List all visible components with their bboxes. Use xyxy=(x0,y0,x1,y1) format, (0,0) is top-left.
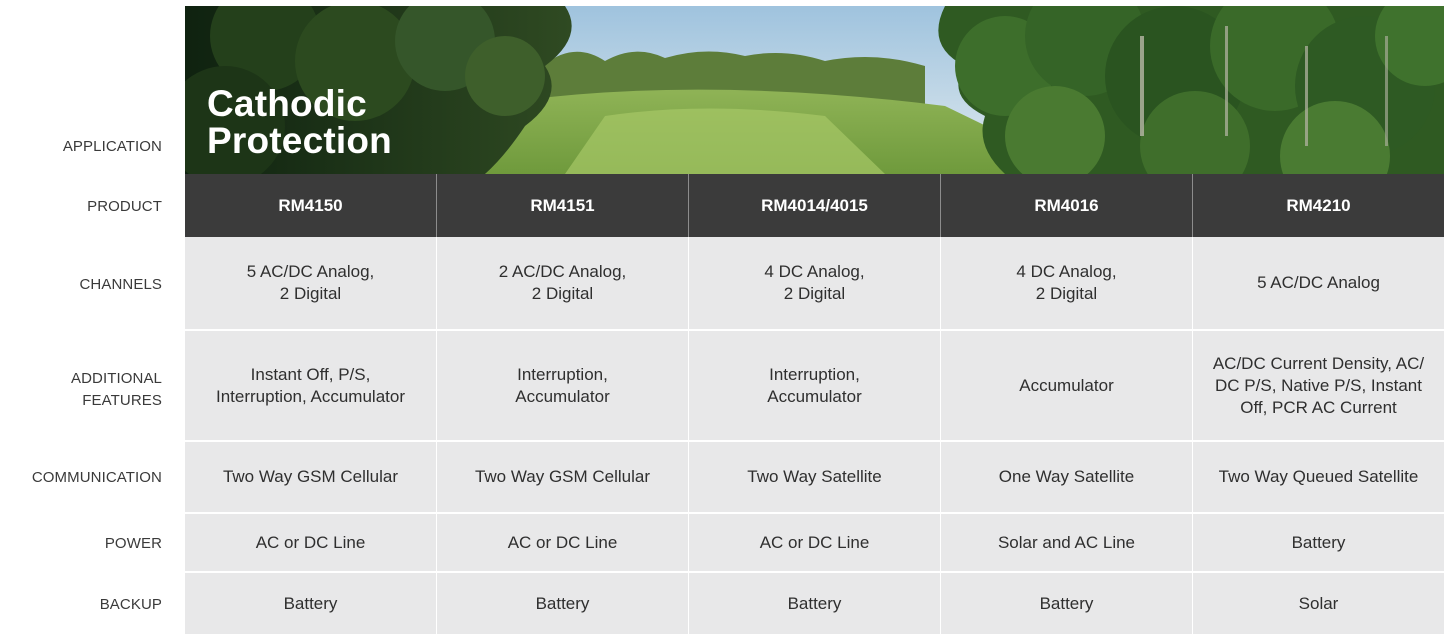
label-power: POWER xyxy=(104,535,162,552)
table-cell: 5 AC/DC Analog xyxy=(1257,273,1380,292)
product-header-row: RM4150 RM4151 RM4014/4015 RM4016 RM4210 xyxy=(185,174,1444,237)
hero-title: Cathodic Protection xyxy=(207,83,392,161)
product-name: RM4016 xyxy=(941,174,1193,237)
label-product: PRODUCT xyxy=(87,198,162,215)
table-cell: 4 DC Analog, 2 Digital xyxy=(941,237,1193,329)
table-cell: Instant Off, P/S, Interruption, Accumula… xyxy=(185,331,437,440)
table-cell: Accumulator xyxy=(941,331,1193,440)
table-cell: Battery xyxy=(1291,532,1346,552)
label-additional-features: ADDITIONAL FEATURES xyxy=(70,370,162,409)
table-cell: 2 AC/DC Analog, 2 Digital xyxy=(437,237,689,329)
table-cell: AC or DC Line xyxy=(689,514,941,571)
table-cell: 4 DC Analog, 2 Digital xyxy=(689,237,941,329)
table-cell: Solar xyxy=(1298,593,1339,613)
table-cell: Two Way Satellite xyxy=(689,442,941,512)
table-cell: Two Way GSM Cellular xyxy=(185,442,437,512)
label-communication: COMMUNICATION xyxy=(31,469,162,486)
table-cell: Interruption, Accumulator xyxy=(437,331,689,440)
table-cell: One Way Satellite xyxy=(941,442,1193,512)
hero-banner: Cathodic Protection xyxy=(185,6,1444,174)
table-cell: AC or DC Line xyxy=(437,514,689,571)
table-cell: Interruption, Accumulator xyxy=(689,331,941,440)
table-cell: AC/DC Current Density, AC/ DC P/S, Nativ… xyxy=(1212,353,1425,417)
communication-row: Two Way GSM Cellular Two Way GSM Cellula… xyxy=(185,442,1444,514)
table-cell: Two Way Queued Satellite xyxy=(1218,467,1419,486)
table-cell: 5 AC/DC Analog, 2 Digital xyxy=(185,237,437,329)
product-name: RM4151 xyxy=(437,174,689,237)
channels-row: 5 AC/DC Analog, 2 Digital 2 AC/DC Analog… xyxy=(185,237,1444,331)
table-cell: Solar and AC Line xyxy=(941,514,1193,571)
product-name: RM4210 xyxy=(1286,195,1351,215)
table-cell: Two Way GSM Cellular xyxy=(437,442,689,512)
product-comparison-table: APPLICATION PRODUCT CHANNELS ADDITIONAL … xyxy=(0,0,1449,634)
table-cell: Battery xyxy=(437,573,689,634)
table-cell: Battery xyxy=(941,573,1193,634)
table-cell: AC or DC Line xyxy=(185,514,437,571)
power-row: AC or DC Line AC or DC Line AC or DC Lin… xyxy=(185,514,1444,573)
label-application: APPLICATION xyxy=(62,138,162,155)
backup-row: Battery Battery Battery Battery Solar xyxy=(185,573,1444,634)
product-name: RM4014/4015 xyxy=(689,174,941,237)
label-channels: CHANNELS xyxy=(79,276,162,293)
table-cell: Battery xyxy=(689,573,941,634)
label-backup: BACKUP xyxy=(99,596,162,613)
additional-features-row: Instant Off, P/S, Interruption, Accumula… xyxy=(185,331,1444,442)
table-cell: Battery xyxy=(185,573,437,634)
product-name: RM4150 xyxy=(185,174,437,237)
